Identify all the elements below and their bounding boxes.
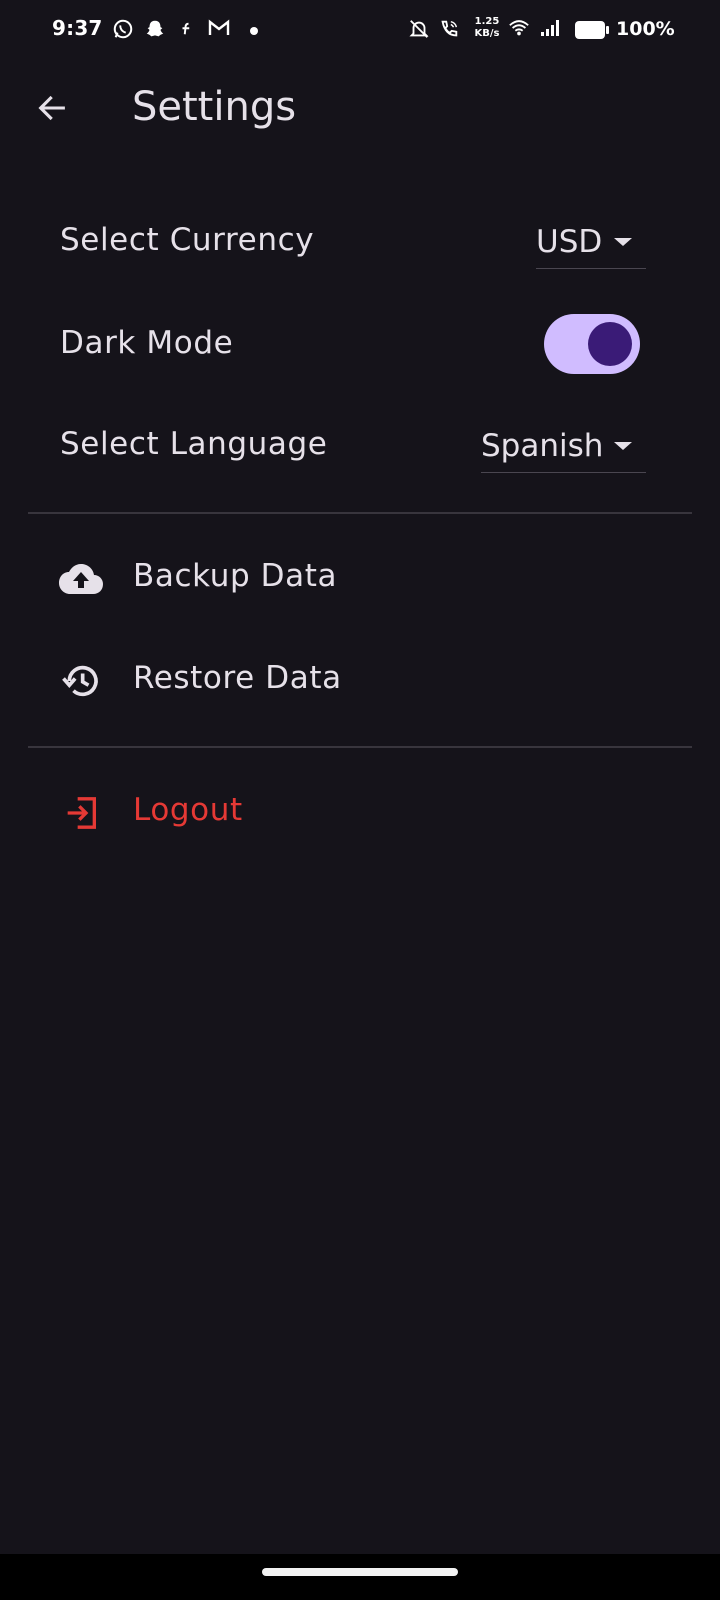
net-speed-unit: KB/s <box>474 28 500 39</box>
app-bar: Settings <box>0 62 720 162</box>
currency-label: Select Currency <box>60 222 315 258</box>
home-gesture-bar[interactable] <box>262 1568 458 1576</box>
cloud-upload-icon <box>58 556 104 602</box>
restore-data-button[interactable]: Restore Data <box>0 640 720 720</box>
dot-icon <box>250 27 258 35</box>
backup-data-button[interactable]: Backup Data <box>0 538 720 618</box>
restore-data-label: Restore Data <box>133 660 342 696</box>
arrow-left-icon <box>38 95 65 121</box>
divider <box>28 512 692 514</box>
logout-icon <box>58 790 104 836</box>
currency-value: USD <box>536 224 603 260</box>
language-label: Select Language <box>60 426 328 462</box>
mute-icon <box>409 20 429 38</box>
logout-button[interactable]: Logout <box>0 772 720 852</box>
status-bar: 9:37 1.25 KB/s 100% <box>0 0 720 62</box>
language-dropdown[interactable]: Spanish <box>481 420 646 473</box>
net-speed-value: 1.25 <box>474 16 500 27</box>
page-title: Settings <box>132 84 297 130</box>
battery-percent: 100% <box>616 18 675 40</box>
wifi-call-icon <box>441 20 458 37</box>
back-button[interactable] <box>28 84 76 132</box>
wifi-icon <box>509 20 529 36</box>
dark-mode-toggle[interactable] <box>544 314 640 374</box>
history-icon <box>58 658 104 704</box>
battery-icon <box>575 21 609 39</box>
signal-icon <box>541 20 559 36</box>
chevron-down-icon <box>614 238 632 246</box>
currency-dropdown[interactable]: USD <box>536 216 646 269</box>
status-time: 9:37 <box>52 16 103 40</box>
gmail-icon <box>208 19 230 35</box>
logout-label: Logout <box>133 792 243 828</box>
net-speed: 1.25 KB/s <box>470 16 504 40</box>
system-nav-bar <box>0 1554 720 1600</box>
app-icon <box>182 22 190 35</box>
dark-mode-label: Dark Mode <box>60 325 234 361</box>
backup-data-label: Backup Data <box>133 558 338 594</box>
toggle-knob <box>588 322 632 366</box>
chevron-down-icon <box>614 442 632 450</box>
language-value: Spanish <box>481 428 604 464</box>
divider <box>28 746 692 748</box>
whatsapp-icon <box>113 19 133 39</box>
snapchat-icon <box>146 20 164 37</box>
